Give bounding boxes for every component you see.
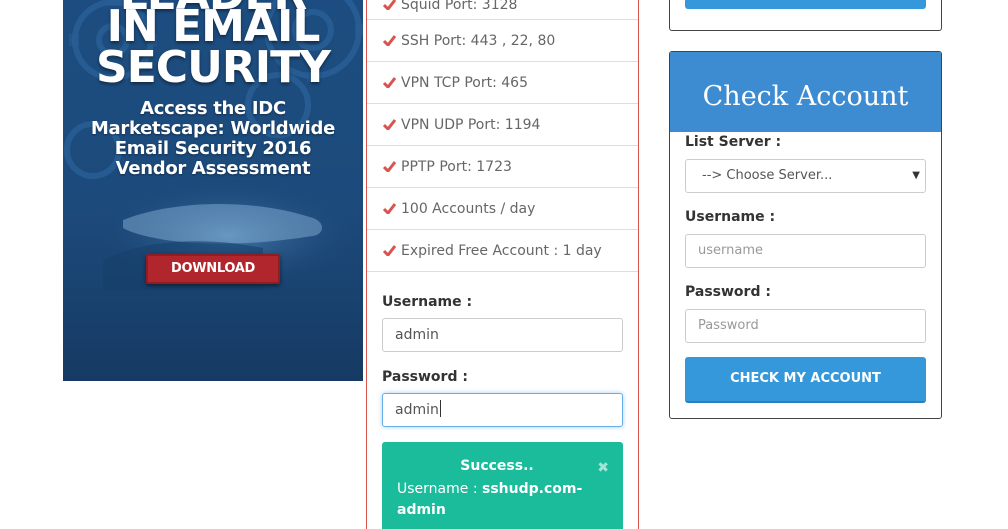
server-select[interactable]: --> Choose Server... ▼ [685, 159, 926, 193]
check-password-label: Password : [685, 284, 771, 300]
port-label: PPTP Port: 1723 [401, 158, 512, 175]
checkmark-icon [383, 35, 397, 46]
ad-subtitle: Access the IDC Marketscape: Worldwide Em… [63, 99, 363, 179]
list-item: Squid Port: 3128 [367, 0, 638, 20]
username-value: admin [395, 327, 439, 343]
server-select-value: --> Choose Server... [702, 168, 833, 183]
check-account-title: Check Account [670, 52, 941, 132]
server-info-panel: Squid Port: 3128 SSH Port: 443 , 22, 80 … [366, 0, 639, 529]
ad-subtitle-line1: Access the IDC [140, 98, 286, 119]
password-value: admin [395, 402, 439, 418]
list-item: SSH Port: 443 , 22, 80 [367, 20, 638, 62]
check-password-placeholder: Password [698, 318, 759, 333]
port-label: SSH Port: 443 , 22, 80 [401, 32, 556, 49]
check-username-placeholder: username [698, 243, 763, 258]
checkmark-icon [383, 161, 397, 172]
ad-download-button[interactable]: DOWNLOAD [146, 254, 280, 284]
port-label: 100 Accounts / day [401, 200, 536, 217]
password-input[interactable]: admin [382, 393, 623, 427]
port-list: Squid Port: 3128 SSH Port: 443 , 22, 80 … [367, 0, 638, 272]
port-label: Squid Port: 3128 [401, 0, 518, 13]
list-item: Expired Free Account : 1 day [367, 230, 638, 272]
previous-panel-button[interactable] [685, 0, 926, 9]
check-my-account-button[interactable]: CHECK MY ACCOUNT [685, 357, 926, 403]
ad-subtitle-line3: Email Security 2016 [114, 138, 312, 159]
ad-banner[interactable]: LEADER IN EMAIL SECURITY Access the IDC … [63, 0, 363, 381]
checkmark-icon [383, 77, 397, 88]
list-item: 100 Accounts / day [367, 188, 638, 230]
checkmark-icon [383, 203, 397, 214]
alert-body-label: Username : [397, 481, 482, 497]
check-account-panel: Check Account List Server : --> Choose S… [669, 51, 942, 419]
alert-title: Success.. [460, 458, 534, 474]
check-username-label: Username : [685, 209, 776, 225]
username-label: Username : [382, 294, 473, 310]
checkmark-icon [383, 0, 397, 10]
port-label: Expired Free Account : 1 day [401, 242, 602, 259]
list-item: PPTP Port: 1723 [367, 146, 638, 188]
text-cursor [439, 400, 441, 417]
success-alert: Success.. ✖ Username : sshudp.com-admin [382, 442, 623, 529]
port-label: VPN TCP Port: 465 [401, 74, 528, 91]
checkmark-icon [383, 119, 397, 130]
dropdown-arrow-icon: ▼ [912, 170, 920, 181]
list-item: VPN UDP Port: 1194 [367, 104, 638, 146]
ad-headline-line3: SECURITY [96, 42, 331, 93]
previous-panel [669, 0, 942, 31]
password-label: Password : [382, 369, 468, 385]
close-icon[interactable]: ✖ [597, 460, 609, 476]
ad-subtitle-line2: Marketscape: Worldwide [90, 118, 336, 139]
check-username-input[interactable]: username [685, 234, 926, 268]
list-server-label: List Server : [685, 134, 782, 150]
check-password-input[interactable]: Password [685, 309, 926, 343]
list-item: VPN TCP Port: 465 [367, 62, 638, 104]
username-input[interactable]: admin [382, 318, 623, 352]
port-label: VPN UDP Port: 1194 [401, 116, 541, 133]
checkmark-icon [383, 245, 397, 256]
alert-body: Username : sshudp.com-admin [397, 479, 597, 521]
